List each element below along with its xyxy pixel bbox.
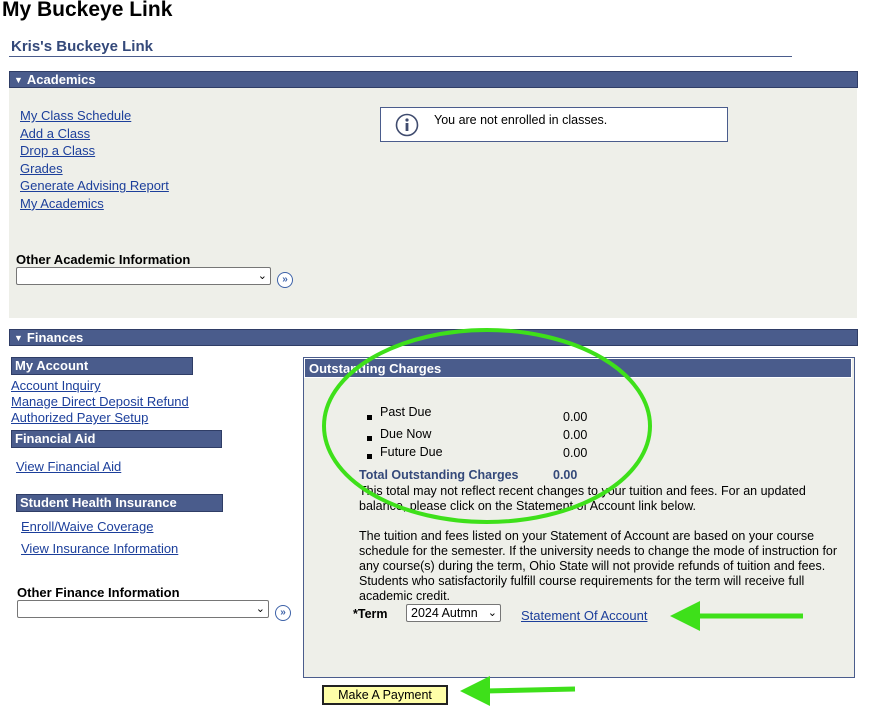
academics-section-header[interactable]: ▼ Academics <box>9 71 858 88</box>
link-drop-a-class[interactable]: Drop a Class <box>20 143 169 161</box>
future-due-amount: 0.00 <box>563 446 588 460</box>
collapse-triangle-icon: ▼ <box>14 75 23 85</box>
academics-title: Academics <box>26 72 96 87</box>
statement-of-account-link[interactable]: Statement Of Account <box>521 608 647 623</box>
enrollment-notice-text: You are not enrolled in classes. <box>434 113 608 127</box>
enrollment-notice: You are not enrolled in classes. <box>380 107 728 142</box>
link-my-academics[interactable]: My Academics <box>20 196 169 214</box>
other-academic-info-select[interactable]: ⌄ <box>16 267 271 285</box>
term-value: 2024 Autmn <box>411 606 478 620</box>
finances-section-header[interactable]: ▼ Finances <box>9 329 858 346</box>
financial-aid-header: Financial Aid <box>11 430 222 448</box>
term-select[interactable]: 2024 Autmn ⌄ <box>406 604 501 622</box>
tuition-policy-note: The tuition and fees listed on your Stat… <box>359 529 838 603</box>
balance-note: This total may not reflect recent change… <box>359 484 806 513</box>
link-authorized-payer-setup[interactable]: Authorized Payer Setup <box>11 410 189 426</box>
chevron-down-icon: ⌄ <box>487 607 497 619</box>
go-arrow-icon[interactable]: » <box>275 605 291 621</box>
chevron-down-icon: ⌄ <box>257 270 267 282</box>
header-divider <box>9 56 792 57</box>
link-manage-direct-deposit-refund[interactable]: Manage Direct Deposit Refund <box>11 394 189 410</box>
link-my-class-schedule[interactable]: My Class Schedule <box>20 108 169 126</box>
link-add-a-class[interactable]: Add a Class <box>20 126 169 144</box>
go-arrow-icon[interactable]: » <box>277 272 293 288</box>
academics-links: My Class Schedule Add a Class Drop a Cla… <box>20 108 169 214</box>
finances-title: Finances <box>26 330 84 345</box>
outstanding-charges-header: Outstanding Charges <box>304 358 852 378</box>
total-outstanding-label: Total Outstanding Charges <box>359 468 519 482</box>
bullet-icon <box>367 436 372 441</box>
past-due-label: Past Due <box>380 405 432 419</box>
past-due-amount: 0.00 <box>563 410 588 424</box>
link-generate-advising-report[interactable]: Generate Advising Report <box>20 178 169 196</box>
link-view-financial-aid[interactable]: View Financial Aid <box>16 459 121 474</box>
bullet-icon <box>367 415 372 420</box>
collapse-triangle-icon: ▼ <box>14 333 23 343</box>
other-finance-info-label: Other Finance Information <box>17 585 180 600</box>
arrow-icon <box>460 676 576 706</box>
due-now-label: Due Now <box>380 427 432 441</box>
total-outstanding-amount: 0.00 <box>553 468 578 482</box>
user-header: Kris's Buckeye Link <box>11 38 153 55</box>
link-enroll-waive-coverage[interactable]: Enroll/Waive Coverage <box>21 519 153 534</box>
link-account-inquiry[interactable]: Account Inquiry <box>11 378 189 394</box>
due-now-amount: 0.00 <box>563 428 588 442</box>
chevron-down-icon: ⌄ <box>255 603 265 615</box>
future-due-label: Future Due <box>380 445 443 459</box>
info-icon <box>395 113 419 137</box>
my-account-header: My Account <box>11 357 193 375</box>
term-label: *Term <box>353 607 388 621</box>
link-grades[interactable]: Grades <box>20 161 169 179</box>
link-view-insurance-information[interactable]: View Insurance Information <box>21 541 178 556</box>
health-insurance-header: Student Health Insurance <box>16 494 223 512</box>
other-finance-info-select[interactable]: ⌄ <box>17 600 269 618</box>
page-title: My Buckeye Link <box>2 0 173 21</box>
make-a-payment-button[interactable]: Make A Payment <box>322 685 448 705</box>
bullet-icon <box>367 454 372 459</box>
other-academic-info-label: Other Academic Information <box>16 252 191 267</box>
my-account-links: Account Inquiry Manage Direct Deposit Re… <box>11 378 189 426</box>
